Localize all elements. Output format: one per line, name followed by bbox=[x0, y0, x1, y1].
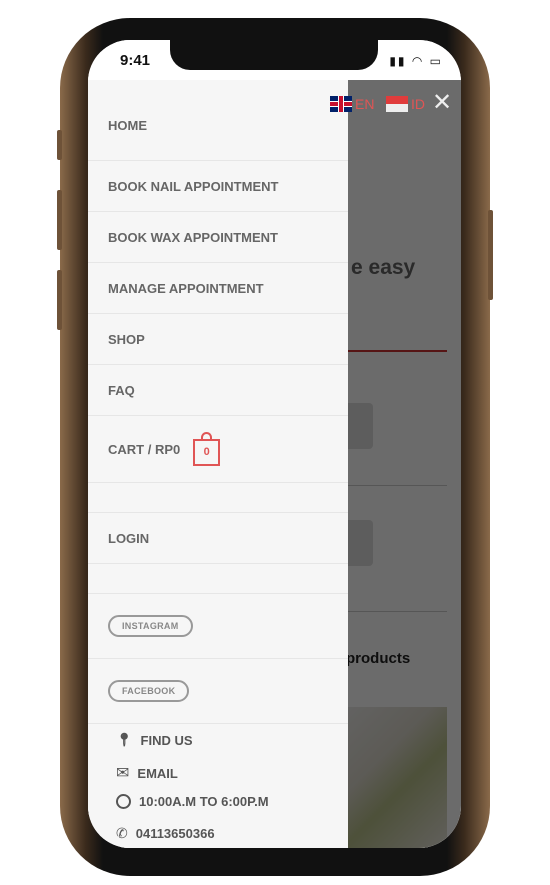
menu-item-book-nail[interactable]: BOOK NAIL APPOINTMENT bbox=[88, 161, 348, 212]
mute-switch bbox=[57, 130, 62, 160]
contact-label: FIND US bbox=[140, 732, 193, 748]
notch bbox=[170, 40, 378, 70]
contact-hours: 10:00A.M TO 6:00P.M bbox=[116, 794, 269, 809]
menu-item-label: FAQ bbox=[108, 382, 135, 398]
menu-item-faq[interactable]: FAQ bbox=[88, 365, 348, 416]
signal-wifi-battery-icon: ▮▮ ◠ ▭ bbox=[389, 54, 443, 68]
contact-label: 10:00A.M TO 6:00P.M bbox=[139, 794, 269, 809]
contact-phone[interactable]: ✆ 04113650366 bbox=[116, 825, 215, 842]
contact-email[interactable]: ✉︎ EMAIL bbox=[116, 763, 178, 783]
screen: 9:41 ▮▮ ◠ ▭ products → e easy HOME BOOK … bbox=[88, 40, 461, 848]
clock-icon bbox=[116, 794, 131, 809]
menu-item-label: HOME bbox=[108, 117, 147, 133]
contact-label: EMAIL bbox=[137, 765, 178, 781]
volume-up-button bbox=[57, 190, 62, 250]
location-pin-icon: 📍︎ bbox=[116, 732, 133, 747]
menu-item-book-wax[interactable]: BOOK WAX APPOINTMENT bbox=[88, 212, 348, 263]
envelope-icon: ✉︎ bbox=[116, 765, 130, 782]
cart-bag-icon[interactable]: 0 bbox=[193, 431, 221, 466]
menu-item-label: SHOP bbox=[108, 331, 145, 347]
indonesia-flag-icon bbox=[386, 96, 408, 112]
contact-label: 04113650366 bbox=[135, 826, 215, 841]
menu-item-label: BOOK NAIL APPOINTMENT bbox=[108, 178, 279, 194]
cart-label: CART / RP0 bbox=[108, 441, 181, 457]
language-id[interactable]: ID bbox=[386, 96, 425, 112]
close-icon[interactable]: ✕ bbox=[432, 88, 452, 117]
facebook-button[interactable]: FACEBOOK bbox=[108, 680, 190, 702]
bg-heading: e easy bbox=[351, 256, 416, 279]
menu-item-home[interactable]: HOME bbox=[88, 80, 348, 161]
menu-item-login[interactable]: LOGIN bbox=[88, 513, 348, 564]
volume-down-button bbox=[57, 270, 62, 330]
phone-icon: ✆ bbox=[116, 825, 128, 841]
cart-count: 0 bbox=[203, 446, 210, 458]
menu-item-shop[interactable]: SHOP bbox=[88, 314, 348, 365]
side-menu: HOME BOOK NAIL APPOINTMENT BOOK WAX APPO… bbox=[88, 80, 348, 848]
menu-item-label: BOOK WAX APPOINTMENT bbox=[108, 229, 278, 245]
language-code: EN bbox=[355, 96, 375, 112]
language-en[interactable]: EN bbox=[330, 96, 374, 112]
menu-item-manage-appointment[interactable]: MANAGE APPOINTMENT bbox=[88, 263, 348, 314]
menu-item-instagram: INSTAGRAM bbox=[88, 594, 348, 659]
menu-item-label: MANAGE APPOINTMENT bbox=[108, 280, 264, 296]
status-time: 9:41 bbox=[120, 52, 151, 69]
status-bar: 9:41 ▮▮ ◠ ▭ bbox=[88, 40, 461, 80]
menu-spacer bbox=[88, 483, 348, 513]
contact-find-us[interactable]: 📍︎ FIND US bbox=[116, 732, 193, 748]
language-code: ID bbox=[411, 96, 425, 112]
power-button bbox=[488, 210, 493, 300]
instagram-button[interactable]: INSTAGRAM bbox=[108, 615, 193, 637]
menu-item-cart[interactable]: CART / RP0 0 bbox=[88, 416, 348, 483]
uk-flag-icon bbox=[330, 96, 352, 112]
menu-item-facebook: FACEBOOK bbox=[88, 659, 348, 724]
menu-overlay[interactable] bbox=[348, 80, 461, 848]
menu-item-label: LOGIN bbox=[108, 530, 150, 546]
menu-spacer bbox=[88, 564, 348, 594]
